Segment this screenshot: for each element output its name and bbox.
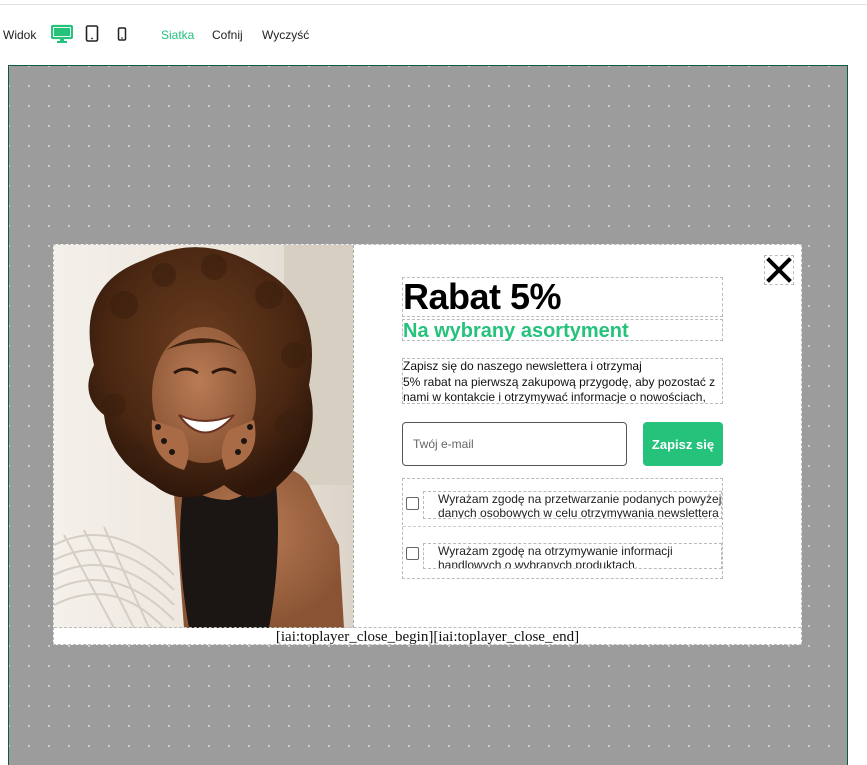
consent-line: Wyrażam zgodę na przetwarzanie podanych … <box>438 492 722 506</box>
desktop-icon[interactable] <box>50 24 74 49</box>
consent-line: handlowych o wybranych produktach. <box>438 558 639 569</box>
consent-line: danych osobowych w celu otrzymywania new… <box>438 506 719 519</box>
promo-photo <box>54 245 354 628</box>
tablet-icon[interactable] <box>85 24 99 49</box>
view-label: Widok <box>3 28 37 42</box>
description-line: nami w kontakcie i otrzymywać informacje… <box>403 390 706 404</box>
description-line: 5% rabat na pierwszą zakupową przygodę, … <box>403 374 716 389</box>
consent-marketing-label: Wyrażam zgodę na otrzymywanie informacji… <box>423 543 722 569</box>
phone-icon[interactable] <box>117 24 127 49</box>
close-button[interactable] <box>764 255 794 285</box>
editor-toolbar: Widok Siatka Cofnij Wyczyść <box>0 22 867 48</box>
consent-line: Wyrażam zgodę na otrzymywanie informacji <box>438 544 673 558</box>
consent-newsletter-label: Wyrażam zgodę na przetwarzanie podanych … <box>423 491 722 519</box>
close-icon[interactable] <box>765 256 793 284</box>
clear-button[interactable]: Wyczyść <box>262 28 309 42</box>
consent-marketing: Wyrażam zgodę na otrzymywanie informacji… <box>403 529 722 577</box>
popup-description: Zapisz się do naszego newslettera i otrz… <box>402 358 723 404</box>
grid-toggle[interactable]: Siatka <box>161 28 194 42</box>
newsletter-popup: Rabat 5% Na wybrany asortyment Zapisz si… <box>53 244 802 645</box>
consent-newsletter-checkbox[interactable] <box>406 497 419 510</box>
description-line: Zapisz się do naszego newslettera i otrz… <box>403 359 642 373</box>
popup-subtitle: Na wybrany asortyment <box>402 319 723 342</box>
popup-title: Rabat 5% <box>402 277 723 317</box>
email-input[interactable] <box>402 422 627 466</box>
consent-newsletter: Wyrażam zgodę na przetwarzanie podanych … <box>403 479 722 527</box>
undo-button[interactable]: Cofnij <box>212 28 243 42</box>
close-placeholder-bar: [iai:toplayer_close_begin][iai:toplayer_… <box>54 627 801 645</box>
top-divider <box>0 0 867 5</box>
consents-group: Wyrażam zgodę na przetwarzanie podanych … <box>402 478 723 579</box>
consent-marketing-checkbox[interactable] <box>406 547 419 560</box>
subscribe-button[interactable]: Zapisz się <box>643 422 723 466</box>
